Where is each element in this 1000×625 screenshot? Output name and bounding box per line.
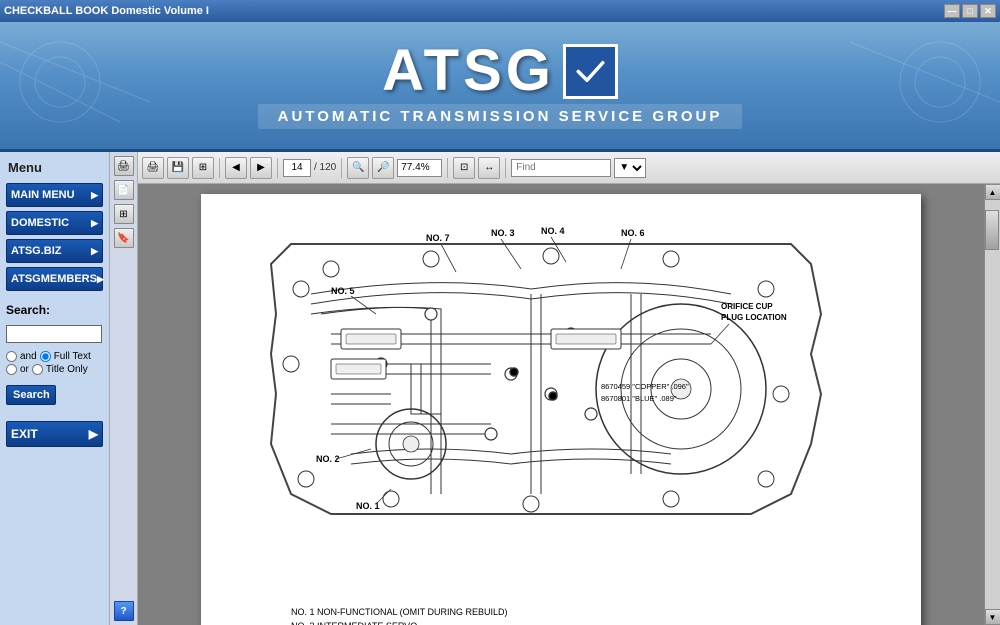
maximize-button[interactable]: □ [962,4,978,18]
divider [219,158,220,178]
legend-item-2: NO. 2 INTERMEDIATE SERVO [291,619,891,625]
radio-row-and: and Full Text [6,351,103,362]
window-controls[interactable]: — □ ✕ [944,4,996,18]
scroll-track[interactable] [985,200,1000,609]
pdf-viewport: NO. 7 NO. 3 NO. 4 NO. 6 [138,184,1000,625]
scroll-down-button[interactable]: ▼ [985,609,1000,625]
radio-group: and Full Text or Title Only [6,351,103,377]
divider [447,158,448,178]
menu-label: Menu [6,160,103,175]
divider [277,158,278,178]
main-content: ATSG AUTOMATIC TRANSMISSION SERVICE GROU… [0,22,1000,625]
svg-text:8670459 "COPPER" .096": 8670459 "COPPER" .096" [601,382,689,391]
radio-and-label: and [20,351,37,362]
search-input[interactable] [6,325,102,343]
zoom-out-button[interactable]: 🔍 [347,157,369,179]
diagram-svg: NO. 7 NO. 3 NO. 4 NO. 6 [231,214,891,594]
page-icon[interactable]: 📄 [114,180,134,200]
svg-text:8670801 "BLUE" .089": 8670801 "BLUE" .089" [601,394,677,403]
atsg-members-button[interactable]: ATSGMEMBERS ▶ [6,267,103,291]
window-title: CHECKBALL BOOK Domestic Volume I [4,5,944,17]
page-number-input[interactable] [283,159,311,177]
minimize-button[interactable]: — [944,4,960,18]
svg-text:NO. 4: NO. 4 [541,226,565,236]
layout-button[interactable]: ⊞ [192,157,214,179]
pdf-scrollbar: ▲ ▼ [984,184,1000,625]
svg-text:NO. 1: NO. 1 [356,501,380,511]
svg-text:NO. 6: NO. 6 [621,228,645,238]
svg-text:NO. 2: NO. 2 [316,454,340,464]
page-total: / 120 [314,162,336,173]
exit-button[interactable]: EXIT ▶ [6,421,103,447]
bg-lines [0,22,1000,149]
header: ATSG AUTOMATIC TRANSMISSION SERVICE GROU… [0,22,1000,152]
pdf-toolbar: 🖨 💾 ⊞ ◀ ▶ / 120 🔍 🔎 ⊡ ↔ ▼ [138,152,1000,184]
zoom-input[interactable] [397,159,442,177]
pdf-page: NO. 7 NO. 3 NO. 4 NO. 6 [201,194,921,625]
find-input[interactable] [511,159,611,177]
print-button[interactable]: 🖨 [142,157,164,179]
arrow-icon: ▶ [91,246,98,257]
radio-or[interactable] [6,364,17,375]
arrow-icon: ▶ [97,274,104,285]
side-icon-panel: 🖨 📄 ⊞ 🔖 ? [110,152,138,625]
bookmark-icon[interactable]: 🔖 [114,228,134,248]
fit-page-button[interactable]: ⊡ [453,157,475,179]
svg-text:NO. 3: NO. 3 [491,228,515,238]
radio-and[interactable] [6,351,17,362]
svg-text:NO. 7: NO. 7 [426,233,450,243]
find-options[interactable]: ▼ [614,158,646,178]
svg-text:ORIFICE CUP: ORIFICE CUP [721,302,773,311]
divider [341,158,342,178]
scroll-thumb[interactable] [985,210,999,250]
divider [505,158,506,178]
arrow-icon: ▶ [91,218,98,229]
fit-width-button[interactable]: ↔ [478,157,500,179]
help-icon[interactable]: ? [114,601,134,621]
radio-row-or: or Title Only [6,364,103,375]
main-menu-button[interactable]: MAIN MENU ▶ [6,183,103,207]
print-icon[interactable]: 🖨 [114,156,134,176]
domestic-button[interactable]: DOMESTIC ▶ [6,211,103,235]
search-label: Search: [6,303,103,317]
sidebar: Menu MAIN MENU ▶ DOMESTIC ▶ ATSG.BIZ ▶ A… [0,152,110,625]
arrow-icon: ▶ [91,190,98,201]
radio-full-text[interactable] [40,351,51,362]
next-page-button[interactable]: ▶ [250,157,272,179]
svg-text:PLUG LOCATION: PLUG LOCATION [721,313,787,322]
legend-item-1: NO. 1 NON-FUNCTIONAL (OMIT DURING REBUIL… [291,605,891,619]
bottom-section: Menu MAIN MENU ▶ DOMESTIC ▶ ATSG.BIZ ▶ A… [0,152,1000,625]
thumbnails-icon[interactable]: ⊞ [114,204,134,224]
radio-title-only-label: Title Only [46,364,88,375]
radio-full-text-label: Full Text [54,351,91,362]
radio-or-label: or [20,364,29,375]
svg-text:NO. 5: NO. 5 [331,286,355,296]
close-button[interactable]: ✕ [980,4,996,18]
arrow-icon: ▶ [89,427,98,441]
pdf-content[interactable]: NO. 7 NO. 3 NO. 4 NO. 6 [138,184,984,625]
pdf-area: 🖨 💾 ⊞ ◀ ▶ / 120 🔍 🔎 ⊡ ↔ ▼ [138,152,1000,625]
radio-title-only[interactable] [32,364,43,375]
scroll-up-button[interactable]: ▲ [985,184,1000,200]
title-bar: CHECKBALL BOOK Domestic Volume I — □ ✕ [0,0,1000,22]
atsg-biz-button[interactable]: ATSG.BIZ ▶ [6,239,103,263]
zoom-in-button[interactable]: 🔎 [372,157,394,179]
search-button[interactable]: Search [6,385,56,405]
legend: NO. 1 NON-FUNCTIONAL (OMIT DURING REBUIL… [231,605,891,625]
save-button[interactable]: 💾 [167,157,189,179]
prev-page-button[interactable]: ◀ [225,157,247,179]
